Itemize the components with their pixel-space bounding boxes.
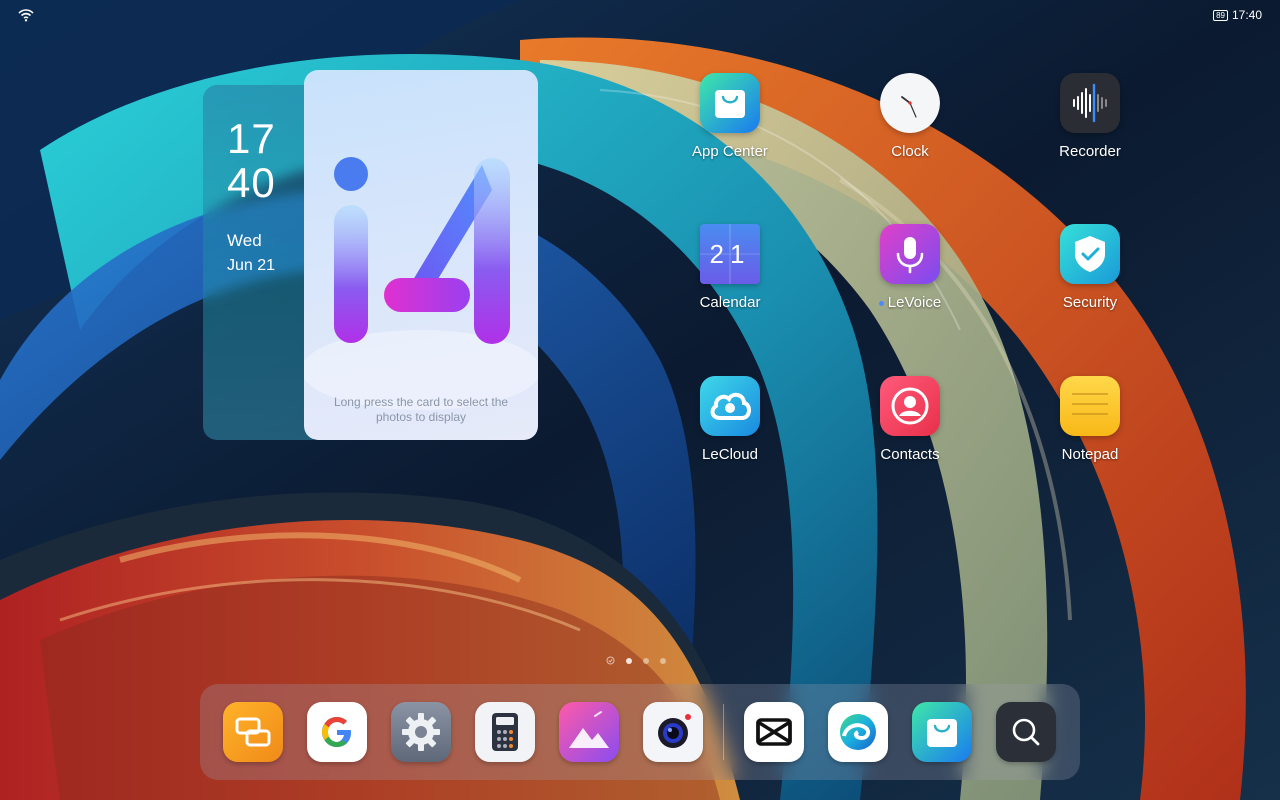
app-label: Calendar [699, 294, 761, 311]
waveform-icon [1060, 73, 1120, 133]
app-security[interactable]: Security [1030, 224, 1150, 324]
widget-minute: 40 [227, 159, 276, 206]
wifi-icon [18, 9, 34, 22]
camera-icon[interactable] [643, 702, 703, 762]
office-suite-icon[interactable] [223, 702, 283, 762]
new-dot-indicator [878, 300, 884, 306]
app-label-text: LeVoice [887, 294, 942, 311]
app-lecloud[interactable]: LeCloud [670, 376, 790, 476]
app-label: Contacts [880, 446, 940, 463]
page-dot-active[interactable] [626, 657, 632, 664]
app-levoice[interactable]: LeVoice [850, 224, 970, 324]
capcut-icon[interactable] [744, 702, 804, 762]
person-icon [880, 376, 940, 436]
bag-icon [700, 73, 760, 133]
settings-gear-icon[interactable] [391, 702, 451, 762]
i4-logo-icon [304, 157, 538, 410]
dock-separator [723, 704, 724, 760]
app-notepad[interactable]: Notepad [1030, 376, 1150, 476]
home-page-dot-icon[interactable] [606, 656, 615, 665]
microphone-icon [880, 224, 940, 284]
gallery-icon[interactable] [559, 702, 619, 762]
clock-icon [880, 73, 940, 133]
app-label: Recorder [1059, 143, 1121, 160]
app-calendar[interactable]: 21 Calendar [670, 224, 790, 324]
widget-photo-card[interactable]: Long press the card to select the photos… [304, 70, 538, 440]
app-label: Notepad [1061, 446, 1119, 463]
widget-clock-panel[interactable]: 17 40 Wed Jun 21 [203, 85, 313, 440]
app-label: Security [1062, 294, 1118, 311]
page-dot[interactable] [660, 657, 666, 664]
page-indicator[interactable] [606, 656, 666, 665]
photo-clock-widget[interactable]: 17 40 Wed Jun 21 Long press the card to … [203, 70, 538, 440]
widget-date: Jun 21 [227, 257, 276, 274]
google-icon[interactable] [307, 702, 367, 762]
status-time: 17:40 [1231, 8, 1262, 22]
app-label: Clock [891, 143, 929, 160]
page-dot[interactable] [643, 657, 649, 664]
app-clock[interactable]: Clock [850, 73, 970, 173]
widget-hint-text: Long press the card to select the photos… [333, 395, 509, 424]
battery-indicator: 89 [1213, 9, 1228, 21]
app-label: LeCloud [702, 446, 758, 463]
dock [200, 684, 1080, 780]
search-icon[interactable] [996, 702, 1056, 762]
calendar-day: 21 [709, 239, 751, 269]
widget-hour: 17 [227, 115, 276, 162]
calendar-icon: 21 [700, 224, 760, 284]
calculator-icon[interactable] [475, 702, 535, 762]
cloud-icon [700, 376, 760, 436]
edge-browser-icon[interactable] [828, 702, 888, 762]
app-app-center[interactable]: App Center [670, 73, 790, 173]
shield-check-icon [1060, 224, 1120, 284]
app-label: LeVoice [878, 294, 942, 311]
status-bar: 89 17:40 [0, 0, 1280, 30]
app-label: App Center [692, 143, 768, 160]
app-recorder[interactable]: Recorder [1030, 73, 1150, 173]
widget-day: Wed [227, 231, 262, 250]
app-contacts[interactable]: Contacts [850, 376, 970, 476]
app-center-bag-icon[interactable] [912, 702, 972, 762]
notepad-icon [1060, 376, 1120, 436]
